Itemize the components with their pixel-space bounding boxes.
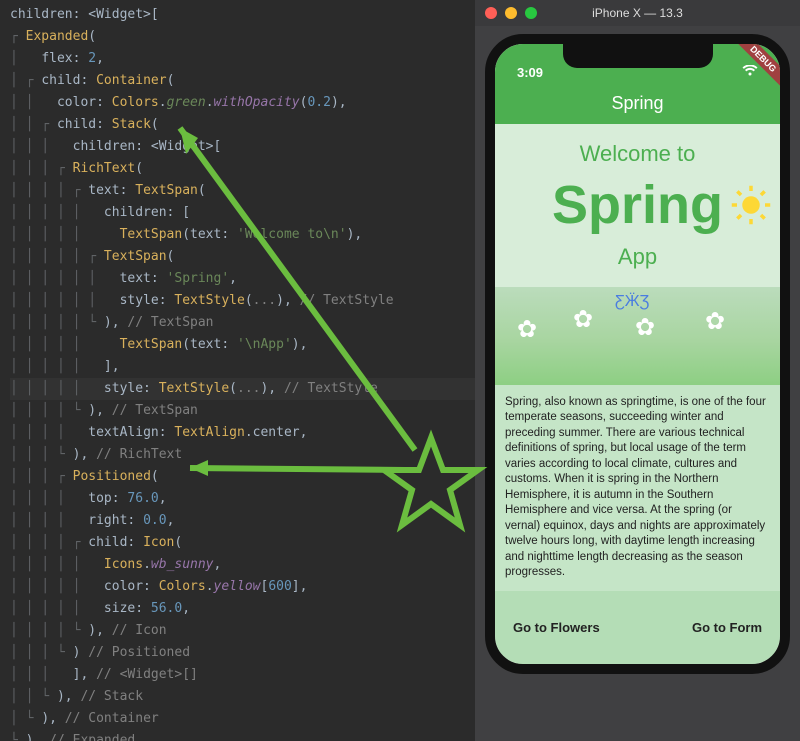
flower-icon: [573, 305, 597, 329]
wifi-icon: [742, 65, 758, 80]
go-form-button[interactable]: Go to Form: [692, 620, 762, 635]
description-text: Spring, also known as springtime, is one…: [495, 385, 780, 591]
hero-text: Welcome to Spring App: [552, 139, 723, 271]
app-body: Welcome to Spring App ƸӜƷ Spring, also k…: [495, 124, 780, 664]
image-section: ƸӜƷ: [495, 287, 780, 385]
flower-icon: [517, 315, 541, 339]
flower-icon: [635, 313, 659, 337]
app-title: Spring: [611, 93, 663, 114]
window-title: iPhone X — 13.3: [475, 6, 800, 20]
butterfly-icon: ƸӜƷ: [615, 293, 649, 311]
hero-big: Spring: [552, 169, 723, 242]
window-chrome: iPhone X — 13.3: [475, 0, 800, 26]
app-bar: Spring: [495, 82, 780, 124]
code-editor[interactable]: children: <Widget>[┌ Expanded(│ flex: 2,…: [0, 0, 475, 741]
status-time: 3:09: [517, 65, 543, 80]
hero-section: Welcome to Spring App: [495, 124, 780, 287]
hero-line3: App: [618, 244, 657, 269]
sun-icon: [730, 184, 772, 236]
simulator-window: iPhone X — 13.3 DEBUG 3:09 Spring Welcom…: [475, 0, 800, 741]
go-flowers-button[interactable]: Go to Flowers: [513, 620, 600, 635]
phone-notch: [563, 44, 713, 68]
flower-icon: [705, 307, 729, 331]
hero-line1: Welcome to: [580, 141, 696, 166]
iphone-frame: DEBUG 3:09 Spring Welcome to Spring App: [485, 34, 790, 674]
footer-buttons: Go to Flowers Go to Form: [495, 591, 780, 664]
spring-image: ƸӜƷ: [495, 287, 780, 385]
